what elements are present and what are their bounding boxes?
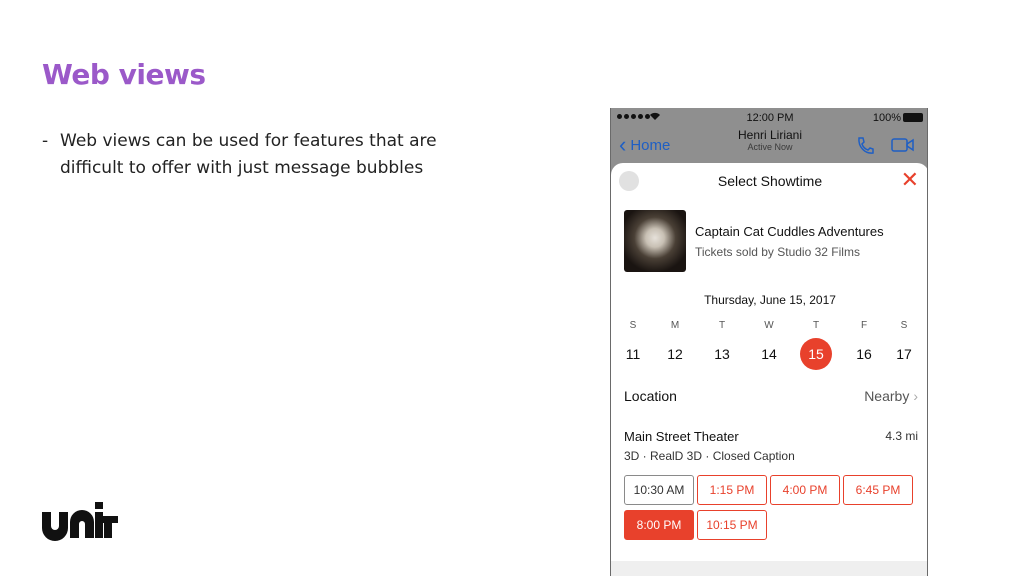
- day-option[interactable]: 17: [888, 338, 920, 370]
- contact-header[interactable]: Henri Liriani Active Now: [611, 128, 927, 153]
- weekday-label: T: [812, 320, 820, 331]
- day-option[interactable]: 13: [706, 338, 738, 370]
- day-option[interactable]: 12: [659, 338, 691, 370]
- day-option[interactable]: 14: [753, 338, 785, 370]
- day-option-selected[interactable]: 15: [800, 338, 832, 370]
- theater-distance: 4.3 mi: [885, 429, 918, 443]
- theater-name: Main Street Theater: [624, 429, 739, 444]
- unit-logo: [42, 502, 118, 541]
- bullet-list: - Web views can be used for features tha…: [42, 128, 442, 182]
- showtime-button[interactable]: 4:00 PM: [770, 475, 840, 505]
- showtime-button[interactable]: 10:15 PM: [697, 510, 767, 540]
- location-row[interactable]: Location Nearby ›: [624, 388, 918, 408]
- movie-poster-image: [624, 210, 686, 272]
- video-call-icon[interactable]: [891, 136, 915, 154]
- close-icon[interactable]: ✕: [901, 169, 919, 191]
- bullet-dash: -: [42, 131, 49, 151]
- showtime-button[interactable]: 6:45 PM: [843, 475, 913, 505]
- contact-status: Active Now: [747, 142, 793, 152]
- battery-icon: [903, 113, 923, 122]
- weekday-label: F: [860, 320, 868, 331]
- phone-mockup: 12:00 PM 100% ‹ Home Henri Liriani Activ…: [610, 108, 928, 576]
- day-option[interactable]: 11: [617, 338, 649, 370]
- location-value: Nearby ›: [864, 388, 918, 408]
- showtime-button[interactable]: 1:15 PM: [697, 475, 767, 505]
- showtime-button[interactable]: 10:30 AM: [624, 475, 694, 505]
- weekday-label: M: [670, 320, 680, 331]
- slide-title: Web views: [42, 58, 206, 91]
- movie-subtitle: Tickets sold by Studio 32 Films: [695, 245, 860, 259]
- weekday-label: S: [900, 320, 908, 331]
- date-heading: Thursday, June 15, 2017: [704, 293, 836, 307]
- bullet-text: Web views can be used for features that …: [60, 131, 437, 178]
- bullet-item: - Web views can be used for features tha…: [42, 128, 442, 182]
- battery-percent: 100%: [872, 112, 901, 124]
- sheet-title: Select Showtime: [717, 173, 823, 189]
- day-option[interactable]: 16: [848, 338, 880, 370]
- sheet-footer: [611, 561, 927, 576]
- location-value-text: Nearby: [864, 388, 910, 404]
- weekday-label: S: [629, 320, 637, 331]
- weekday-label: T: [718, 320, 726, 331]
- phone-call-icon[interactable]: [855, 136, 875, 156]
- showtime-button-selected[interactable]: 8:00 PM: [624, 510, 694, 540]
- showtime-sheet: Select Showtime ✕ Captain Cat Cuddles Ad…: [611, 163, 927, 576]
- status-bar: 12:00 PM 100%: [611, 108, 927, 128]
- weekday-label: W: [764, 320, 774, 331]
- theater-features: 3D · RealD 3D · Closed Caption: [624, 449, 795, 463]
- contact-name: Henri Liriani: [737, 128, 803, 142]
- chevron-right-icon: ›: [913, 388, 918, 404]
- location-label: Location: [624, 388, 677, 404]
- movie-title: Captain Cat Cuddles Adventures: [695, 224, 884, 239]
